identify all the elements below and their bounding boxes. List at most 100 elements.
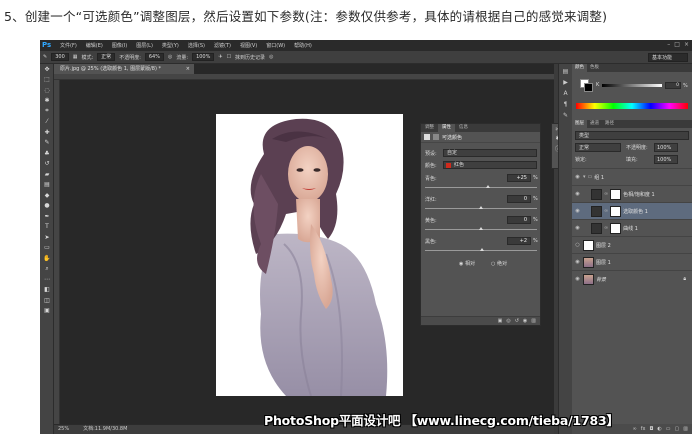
trash-icon[interactable]: ▥ [683, 424, 688, 434]
cyan-slider-thumb[interactable] [485, 185, 490, 188]
minimize-button[interactable]: – [667, 41, 670, 48]
close-tab-icon[interactable]: × [186, 64, 190, 74]
layer-row-selective-color[interactable]: ◉ ∞ 选取颜色 1 [572, 202, 692, 219]
document-tab[interactable]: 原片.jpg @ 25% (选取颜色 1, 图层蒙版/8) * × [54, 64, 194, 74]
layer-opacity-field[interactable]: 100% [654, 143, 678, 152]
quick-mask-icon[interactable]: ◫ [40, 295, 54, 306]
more-tools-icon[interactable]: ⋯ [40, 274, 54, 285]
screen-mode-icon[interactable]: ▣ [40, 306, 54, 317]
pen-tool-icon[interactable]: ✒ [40, 211, 54, 222]
brush-tool-icon[interactable]: ✎ [43, 54, 47, 60]
menu-help[interactable]: 帮助(H) [294, 42, 312, 49]
blend-mode-select[interactable]: 正常 [575, 143, 621, 152]
brush-presets-icon[interactable]: ✎ [563, 112, 568, 119]
link-icon[interactable]: ∞ [604, 191, 608, 197]
blur-tool-icon[interactable]: ◆ [40, 190, 54, 201]
history-checkbox[interactable]: ☐ [227, 54, 231, 60]
fill-field[interactable]: 100% [654, 155, 678, 164]
actions-panel-icon[interactable]: ▶ [563, 79, 568, 86]
cyan-slider-track[interactable] [425, 187, 537, 188]
clip-to-layer-icon[interactable]: ▣ [498, 318, 503, 324]
eraser-tool-icon[interactable]: ▰ [40, 169, 54, 180]
method-absolute-radio[interactable]: ○ 绝对 [491, 260, 507, 267]
adjustment-layer-icon[interactable] [424, 134, 430, 140]
menu-layer[interactable]: 图层(L) [136, 42, 153, 49]
yellow-slider-thumb[interactable] [479, 227, 483, 230]
eye-icon[interactable]: ◉ [572, 259, 583, 265]
brush-tool-icon-2[interactable]: ✎ [40, 138, 54, 149]
background-color-swatch[interactable] [584, 83, 593, 92]
horizontal-ruler[interactable] [54, 74, 554, 80]
tab-channels[interactable]: 通道 [587, 120, 602, 128]
add-mask-icon[interactable]: ◘ [649, 424, 653, 434]
marquee-tool-icon[interactable]: ⬚ [40, 75, 54, 86]
new-group-icon[interactable]: ▭ [666, 424, 671, 434]
reset-icon[interactable]: ↺ [515, 318, 519, 324]
color-spectrum[interactable] [576, 103, 688, 109]
brush-size-field[interactable]: 300 [51, 53, 69, 61]
eyedropper-tool-icon[interactable]: ⁄ [40, 117, 54, 128]
link-icon[interactable]: ∞ [604, 208, 608, 214]
mask-icon[interactable] [433, 134, 439, 140]
pressure-opacity-icon[interactable]: ◎ [168, 54, 172, 60]
visibility-icon[interactable]: ◉ [523, 318, 527, 324]
zoom-level[interactable]: 25% [58, 425, 69, 434]
lasso-tool-icon[interactable]: ◌ [40, 85, 54, 96]
yellow-value-field[interactable]: 0 [507, 216, 531, 224]
airbrush-icon[interactable]: ✈ [218, 54, 222, 60]
method-relative-radio[interactable]: ◉ 相对 [459, 260, 475, 267]
menu-view[interactable]: 视图(V) [240, 42, 257, 49]
eye-icon[interactable]: ◉ [572, 208, 583, 214]
layer-row-layer-1[interactable]: ◉ 图层 1 [572, 253, 692, 270]
k-slider[interactable] [602, 84, 662, 87]
layer-row-curves[interactable]: ◉ ∞ 曲线 1 [572, 219, 692, 236]
tab-info[interactable]: 信息 [455, 124, 472, 132]
vertical-ruler[interactable] [54, 80, 60, 424]
fx-icon[interactable]: fx [641, 424, 646, 434]
menu-file[interactable]: 文件(F) [60, 42, 77, 49]
close-button[interactable]: × [684, 41, 689, 48]
tab-paths[interactable]: 路径 [602, 120, 617, 128]
cyan-value-field[interactable]: +25 [507, 174, 531, 182]
flow-field[interactable]: 100% [192, 53, 215, 61]
black-value-field[interactable]: +2 [507, 237, 531, 245]
link-icon[interactable]: ∞ [604, 225, 608, 231]
layer-filter-select[interactable]: 类型 [575, 131, 689, 140]
mode-select[interactable]: 正常 [97, 53, 116, 61]
character-panel-icon[interactable]: A [563, 90, 567, 97]
tab-color[interactable]: 颜色 [572, 64, 587, 72]
preset-select[interactable]: 自定 [443, 149, 537, 157]
layer-mask-thumb[interactable] [610, 188, 622, 200]
crop-tool-icon[interactable]: ⌗ [40, 106, 54, 117]
menu-type[interactable]: 类型(Y) [162, 42, 179, 49]
menu-window[interactable]: 窗口(W) [266, 42, 285, 49]
k-value-field[interactable]: 0 [665, 82, 681, 89]
maximize-button[interactable]: □ [674, 41, 680, 48]
workspace-select[interactable]: 基本功能 [648, 53, 688, 62]
pressure-size-icon[interactable]: ◎ [269, 54, 273, 60]
zoom-tool-icon[interactable]: ⌕ [40, 264, 54, 275]
eye-icon[interactable]: ◉ [572, 191, 583, 197]
layer-row-background[interactable]: ◉ 背景 🔒︎ [572, 270, 692, 287]
healing-tool-icon[interactable]: ✚ [40, 127, 54, 138]
eye-icon[interactable]: ◉ [572, 225, 583, 231]
black-slider-thumb[interactable] [480, 248, 485, 251]
opacity-field[interactable]: 64% [144, 53, 164, 61]
hand-tool-icon[interactable]: ✋ [40, 253, 54, 264]
layer-mask-thumb[interactable] [610, 222, 622, 234]
tab-properties[interactable]: 属性 [438, 124, 455, 132]
colors-select[interactable]: 红色 [443, 161, 537, 169]
history-panel-icon[interactable]: ▤ [563, 68, 569, 75]
image-canvas[interactable] [216, 114, 403, 396]
history-brush-tool-icon[interactable]: ↺ [40, 159, 54, 170]
view-previous-icon[interactable]: ◎ [506, 318, 510, 324]
magenta-slider-thumb[interactable] [479, 206, 483, 209]
eye-icon[interactable]: ◉ [572, 174, 583, 180]
layer-row-hue-saturation[interactable]: ◉ ∞ 色相/饱和度 1 [572, 185, 692, 202]
eye-icon[interactable]: ◉ [572, 276, 583, 282]
delete-icon[interactable]: ▥ [531, 318, 536, 324]
link-layers-icon[interactable]: ∞ [633, 424, 637, 434]
expand-arrow-icon[interactable]: ▾ [583, 174, 586, 180]
new-adjustment-icon[interactable]: ◐ [657, 424, 661, 434]
menu-image[interactable]: 图像(I) [112, 42, 127, 49]
